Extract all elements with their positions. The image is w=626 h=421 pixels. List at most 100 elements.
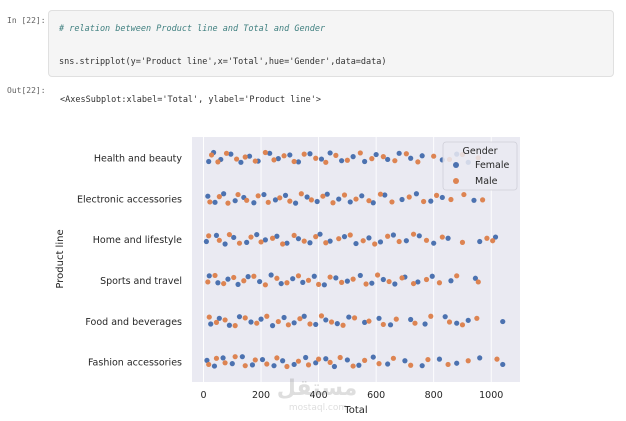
data-point-female: [278, 280, 284, 287]
data-point-male: [216, 194, 222, 200]
data-point-male: [475, 279, 481, 285]
data-point-male: [448, 196, 454, 203]
data-point-female: [442, 314, 448, 320]
data-point-male: [380, 154, 386, 160]
data-point-male: [258, 239, 264, 245]
data-point-male: [277, 195, 283, 201]
data-point-male: [274, 355, 280, 361]
data-point-female: [344, 357, 350, 363]
data-point-male: [295, 273, 302, 279]
data-point-female: [205, 193, 211, 199]
data-point-female: [465, 317, 471, 323]
data-point-male: [254, 320, 260, 326]
data-point-female: [454, 320, 460, 326]
data-point-female: [231, 234, 237, 241]
data-point-male: [216, 237, 222, 243]
data-point-male: [494, 356, 500, 362]
data-point-female: [477, 238, 483, 245]
data-point-female: [399, 196, 405, 203]
data-point-female: [331, 363, 338, 370]
data-point-male: [366, 318, 372, 324]
data-point-male: [362, 357, 368, 363]
data-point-female: [268, 272, 274, 278]
y-axis-label: Product line: [55, 229, 66, 288]
data-point-male: [291, 232, 297, 239]
data-point-male: [206, 361, 212, 368]
data-point-female: [307, 151, 313, 157]
data-point-female: [500, 361, 506, 368]
data-point-male: [235, 191, 241, 198]
data-point-female: [356, 362, 362, 368]
data-point-female: [471, 197, 477, 203]
data-point-female: [244, 239, 250, 245]
data-point-male: [242, 315, 248, 321]
data-point-male: [323, 159, 329, 165]
data-point-female: [321, 282, 327, 288]
x-tick-label: 200: [252, 390, 270, 401]
data-point-male: [399, 275, 405, 281]
legend-title: Gender: [462, 146, 497, 157]
y-tick-label: Health and beauty: [94, 153, 183, 164]
data-point-male: [307, 321, 313, 327]
data-point-male: [328, 319, 335, 325]
data-point-female: [303, 354, 309, 361]
data-point-male: [474, 315, 480, 321]
data-point-male: [461, 191, 467, 198]
data-point-female: [428, 198, 434, 204]
data-point-male: [353, 196, 359, 202]
data-point-female: [380, 276, 386, 283]
data-point-male: [344, 157, 350, 163]
data-point-female: [419, 153, 425, 159]
data-point-male: [327, 359, 333, 365]
data-point-female: [208, 321, 214, 327]
data-point-male: [280, 241, 286, 247]
data-point-female: [336, 196, 342, 202]
data-point-male: [459, 322, 466, 328]
data-point-female: [390, 232, 397, 238]
data-point-male: [454, 273, 460, 279]
data-point-female: [261, 191, 267, 198]
data-point-female: [377, 239, 384, 245]
data-point-female: [249, 362, 256, 368]
data-point-male: [313, 234, 319, 240]
data-point-male: [490, 238, 496, 244]
data-point-male: [445, 361, 451, 368]
data-point-male: [396, 238, 402, 245]
data-point-male: [301, 238, 307, 244]
data-point-female: [350, 154, 356, 160]
data-point-male: [255, 193, 261, 199]
data-point-male: [433, 192, 440, 198]
data-point-male: [269, 235, 276, 241]
data-point-female: [370, 354, 376, 360]
data-point-male: [357, 150, 363, 156]
data-point-male: [264, 361, 270, 367]
data-point-male: [222, 360, 228, 366]
data-point-male: [271, 157, 277, 163]
data-point-female: [245, 274, 251, 280]
data-point-male: [248, 234, 254, 240]
data-point-male: [251, 273, 257, 279]
data-point-male: [298, 191, 304, 197]
data-point-male: [339, 279, 345, 285]
data-point-male: [423, 276, 430, 283]
data-point-female: [334, 321, 340, 327]
data-point-male: [377, 191, 384, 197]
data-point-male: [318, 313, 325, 319]
data-point-female: [323, 356, 329, 362]
data-point-female: [235, 281, 241, 288]
data-point-male: [232, 323, 238, 329]
data-point-male: [415, 159, 421, 165]
data-point-male: [389, 199, 395, 205]
legend: Gender Female Male: [442, 141, 518, 191]
data-point-male: [313, 155, 319, 161]
data-point-female: [359, 193, 365, 199]
data-point-male: [459, 239, 466, 245]
y-tick-label: Sports and travel: [100, 276, 182, 287]
data-point-male: [425, 356, 431, 363]
data-point-female: [429, 273, 435, 279]
data-point-male: [351, 315, 358, 321]
data-point-female: [454, 360, 460, 366]
data-point-male: [340, 322, 346, 328]
data-point-female: [323, 317, 329, 323]
data-point-female: [439, 194, 445, 201]
